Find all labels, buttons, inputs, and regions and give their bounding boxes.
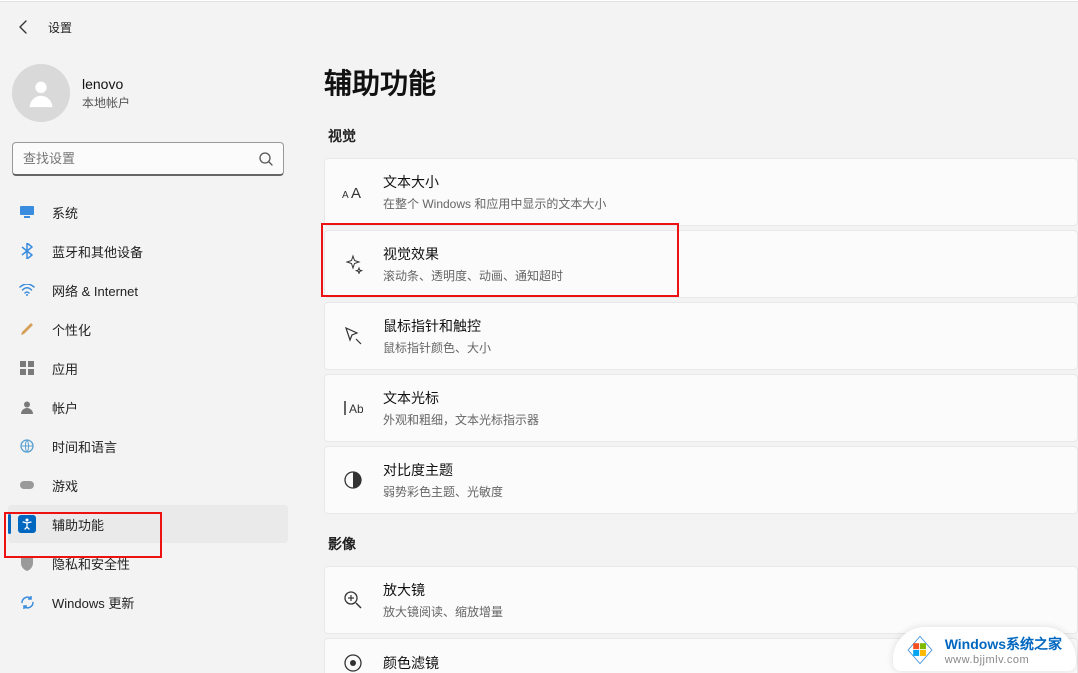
cursor-icon xyxy=(341,324,365,348)
sidebar-item-apps[interactable]: 应用 xyxy=(8,349,288,387)
color-wheel-icon xyxy=(341,651,365,673)
arrow-left-icon xyxy=(16,19,32,35)
card-magnifier[interactable]: 放大镜 放大镜阅读、缩放增量 xyxy=(324,566,1078,634)
shield-icon xyxy=(18,554,36,572)
card-subtitle: 弱势彩色主题、光敏度 xyxy=(383,483,1065,500)
watermark: Windows系统之家 www.bjjmlv.com xyxy=(893,627,1076,671)
search-icon xyxy=(258,151,274,167)
watermark-url: www.bjjmlv.com xyxy=(945,654,1062,666)
card-subtitle: 在整个 Windows 和应用中显示的文本大小 xyxy=(383,195,1065,212)
person-icon xyxy=(24,76,58,110)
section-image-heading: 影像 xyxy=(328,534,1078,554)
sidebar-item-network[interactable]: 网络 & Internet xyxy=(8,271,288,309)
card-subtitle: 滚动条、透明度、动画、通知超时 xyxy=(383,267,1065,284)
sidebar-item-accounts[interactable]: 帐户 xyxy=(8,388,288,426)
gamepad-icon xyxy=(18,476,36,494)
sidebar-item-label: 个性化 xyxy=(52,320,91,339)
text-cursor-icon: Ab xyxy=(341,396,365,420)
card-title: 视觉效果 xyxy=(383,244,1065,264)
search-input[interactable] xyxy=(12,142,284,176)
sidebar-item-label: 帐户 xyxy=(52,398,78,417)
sidebar-item-label: 网络 & Internet xyxy=(52,281,138,300)
card-subtitle: 外观和粗细，文本光标指示器 xyxy=(383,411,1065,428)
contrast-icon xyxy=(341,468,365,492)
user-name: lenovo xyxy=(82,76,130,92)
user-block[interactable]: lenovo 本地帐户 xyxy=(8,60,288,138)
card-title: 放大镜 xyxy=(383,580,1065,600)
svg-text:Ab: Ab xyxy=(349,402,363,416)
sidebar-item-system[interactable]: 系统 xyxy=(8,193,288,231)
card-subtitle: 放大镜阅读、缩放增量 xyxy=(383,603,1065,620)
sidebar-item-label: 隐私和安全性 xyxy=(52,554,130,573)
bluetooth-icon xyxy=(18,242,36,260)
sparkle-icon xyxy=(341,252,365,276)
windows-logo-icon xyxy=(903,633,937,667)
text-size-icon: AA xyxy=(341,180,365,204)
sidebar-item-label: 辅助功能 xyxy=(52,515,104,534)
card-title: 文本大小 xyxy=(383,172,1065,192)
user-subtitle: 本地帐户 xyxy=(82,94,130,111)
magnifier-icon xyxy=(341,588,365,612)
sidebar-item-label: 时间和语言 xyxy=(52,437,117,456)
section-vision-heading: 视觉 xyxy=(328,126,1078,146)
sidebar-item-label: 游戏 xyxy=(52,476,78,495)
sidebar-item-label: Windows 更新 xyxy=(52,593,134,612)
sidebar-item-privacy[interactable]: 隐私和安全性 xyxy=(8,544,288,582)
avatar xyxy=(12,64,70,122)
update-icon xyxy=(18,593,36,611)
card-text-size[interactable]: AA 文本大小 在整个 Windows 和应用中显示的文本大小 xyxy=(324,158,1078,226)
wifi-icon xyxy=(18,281,36,299)
card-visual-effects[interactable]: 视觉效果 滚动条、透明度、动画、通知超时 xyxy=(324,230,1078,298)
accessibility-icon xyxy=(18,515,36,533)
page-title: 辅助功能 xyxy=(324,62,1078,102)
brush-icon xyxy=(18,320,36,338)
sidebar-item-label: 应用 xyxy=(52,359,78,378)
back-button[interactable] xyxy=(8,11,40,43)
apps-icon xyxy=(18,359,36,377)
card-subtitle: 鼠标指针颜色、大小 xyxy=(383,339,1065,356)
card-title: 鼠标指针和触控 xyxy=(383,316,1065,336)
sidebar-item-windows-update[interactable]: Windows 更新 xyxy=(8,583,288,621)
globe-icon xyxy=(18,437,36,455)
card-mouse-pointer[interactable]: 鼠标指针和触控 鼠标指针颜色、大小 xyxy=(324,302,1078,370)
svg-text:A: A xyxy=(351,185,361,201)
header-title: 设置 xyxy=(48,19,72,36)
sidebar-item-bluetooth[interactable]: 蓝牙和其他设备 xyxy=(8,232,288,270)
svg-text:A: A xyxy=(342,190,349,201)
sidebar-item-time-language[interactable]: 时间和语言 xyxy=(8,427,288,465)
card-title: 文本光标 xyxy=(383,388,1065,408)
sidebar-item-gaming[interactable]: 游戏 xyxy=(8,466,288,504)
watermark-brand: Windows系统之家 xyxy=(945,634,1062,654)
sidebar-item-label: 蓝牙和其他设备 xyxy=(52,242,143,261)
card-title: 对比度主题 xyxy=(383,460,1065,480)
person-icon xyxy=(18,398,36,416)
sidebar-item-accessibility[interactable]: 辅助功能 xyxy=(8,505,288,543)
sidebar-item-personalization[interactable]: 个性化 xyxy=(8,310,288,348)
card-text-cursor[interactable]: Ab 文本光标 外观和粗细，文本光标指示器 xyxy=(324,374,1078,442)
sidebar-item-label: 系统 xyxy=(52,203,78,222)
card-contrast-themes[interactable]: 对比度主题 弱势彩色主题、光敏度 xyxy=(324,446,1078,514)
monitor-icon xyxy=(18,203,36,221)
